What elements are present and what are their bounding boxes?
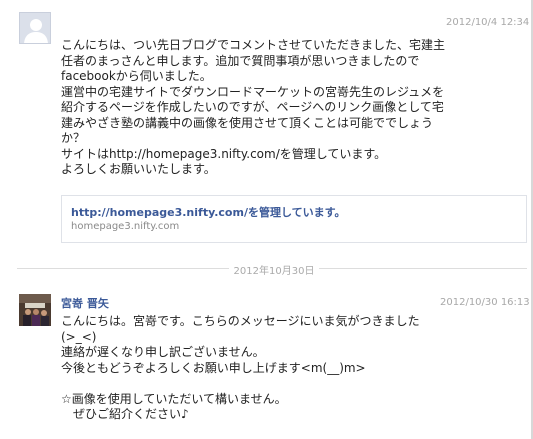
message-line: こんにちは。宮嵜です。こちらのメッセージにいま気がつきました xyxy=(61,314,420,328)
link-preview-domain: homepage3.nifty.com xyxy=(71,221,180,232)
message-line: 運営中の宅建サイトでダウンロードマーケットの宮嵜先生のレジュメを xyxy=(61,84,445,99)
message-line: 紹介するページを作成したいのですが、ページへのリンク画像として宅 xyxy=(61,100,444,114)
message-line: サイトはhttp://homepage3.nifty.com/を管理しています。 xyxy=(61,146,387,161)
message-line: (>_<) xyxy=(61,329,97,344)
message-line: ☆画像を使用していただいて構いません。 xyxy=(61,391,287,406)
divider-line xyxy=(17,268,229,269)
link-preview-title[interactable]: http://homepage3.nifty.com/を管理しています。 xyxy=(71,204,346,220)
message-line: こんにちは、つい先日ブログでコメントさせていただきました、宅建主 xyxy=(61,38,446,52)
sender-name[interactable]: 宮嵜 晋矢 xyxy=(61,295,109,311)
message-line: 建みやざき塾の講義中の画像を使用させて頂くことは可能ででしょう xyxy=(61,115,434,130)
message-line: か？ xyxy=(61,131,86,145)
avatar[interactable] xyxy=(19,294,51,326)
default-user-icon xyxy=(20,13,50,43)
message-body: こんにちは。宮嵜です。こちらのメッセージにいま気がつきました (>_<) 連絡が… xyxy=(61,314,420,423)
message-timestamp: 2012/10/4 12:34 xyxy=(446,17,530,28)
divider-line xyxy=(319,268,527,269)
message-timestamp: 2012/10/30 16:13 xyxy=(440,297,530,308)
message-line: ぜひご紹介ください♪ xyxy=(61,407,189,421)
message-line xyxy=(61,376,420,392)
message-body: こんにちは、つい先日ブログでコメントさせていただきました、宅建主 任者のまっさん… xyxy=(61,38,445,178)
message-line: 連絡が遅くなり申し訳ございません。 xyxy=(61,345,265,359)
message-line: facebookから伺いました。 xyxy=(61,69,212,83)
avatar[interactable] xyxy=(19,12,51,44)
message-line: 任者のまっさんと申します。追加で質問事項が思いつきましたので xyxy=(61,53,420,68)
user-photo-icon xyxy=(19,294,51,326)
link-preview-card[interactable]: http://homepage3.nifty.com/を管理しています。 hom… xyxy=(61,195,527,243)
date-divider: 2012年10月30日 xyxy=(231,262,317,277)
message-line: よろしくお願いいたします。 xyxy=(61,162,216,176)
message-line: 今後ともどうぞよろしくお願い申し上げます<m(__)m> xyxy=(61,360,366,375)
